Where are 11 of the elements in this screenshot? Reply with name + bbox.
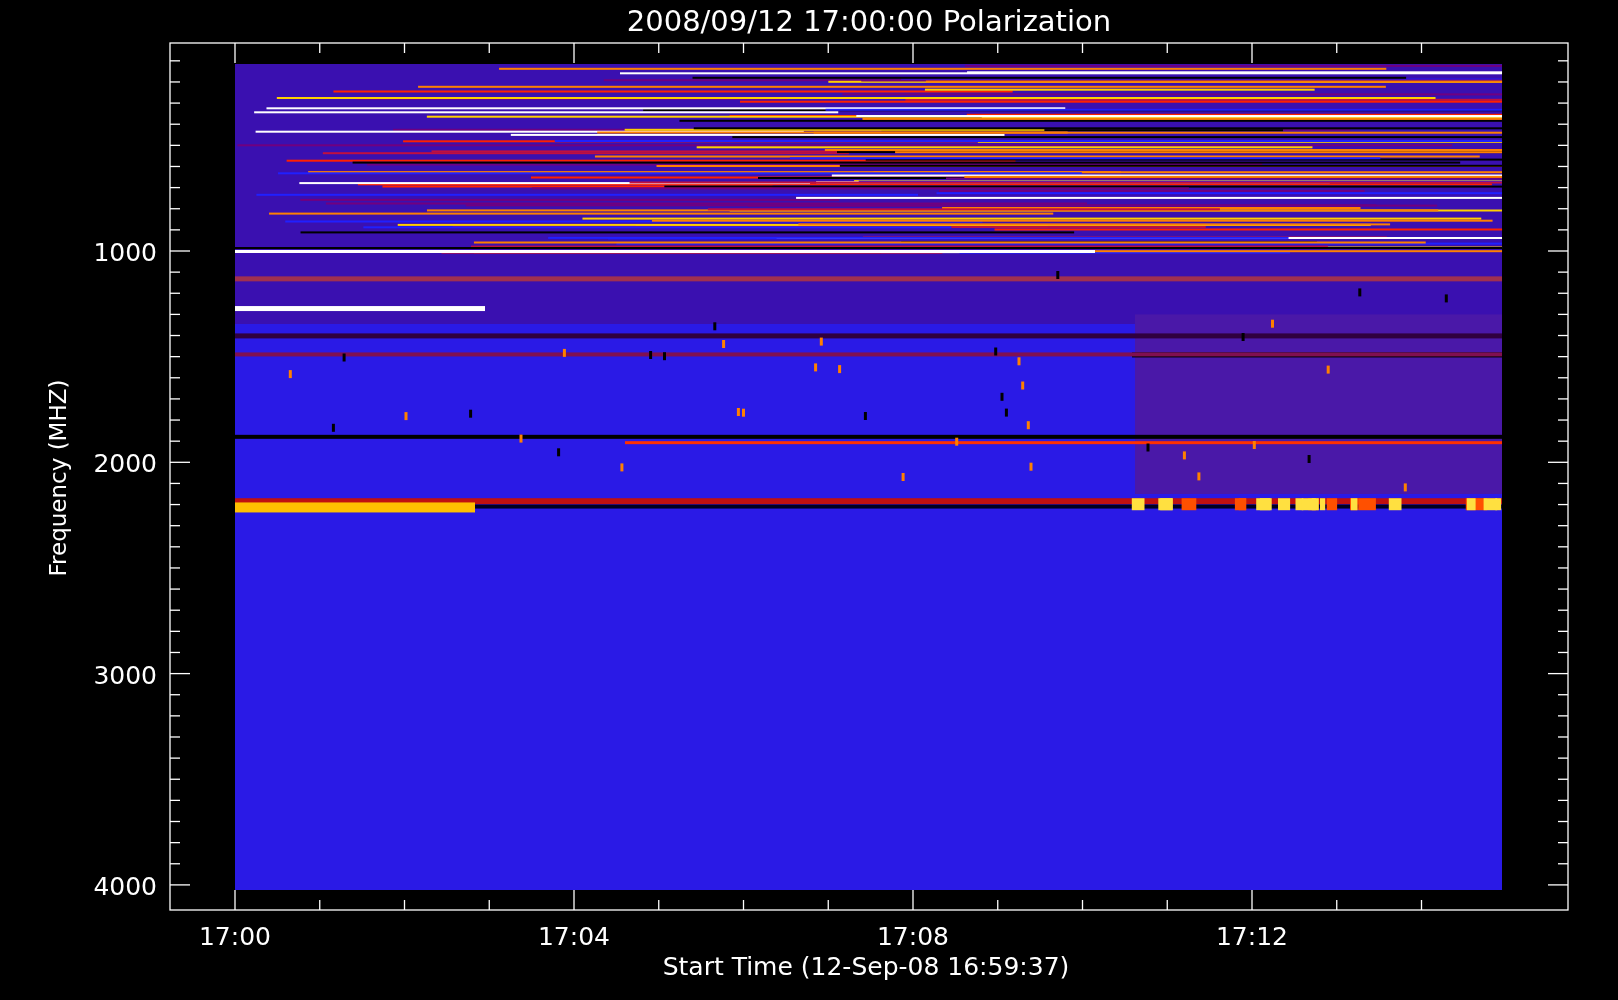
x-tick-label: 17:04 <box>538 922 610 951</box>
y-axis-label: Frequency (MHZ) <box>45 379 71 577</box>
y-tick-label: 1000 <box>93 238 157 267</box>
y-tick-label: 4000 <box>93 871 157 901</box>
x-tick-label: 17:08 <box>877 922 949 951</box>
chart-title: 2008/09/12 17:00:00 Polarization <box>626 4 1112 38</box>
y-tick-label: 3000 <box>93 660 157 690</box>
x-tick-label: 17:00 <box>199 922 271 951</box>
y-tick-label: 2000 <box>93 449 157 479</box>
x-tick-label: 17:12 <box>1216 922 1288 951</box>
x-axis-label: Start Time (12-Sep-08 16:59:37) <box>662 952 1070 981</box>
